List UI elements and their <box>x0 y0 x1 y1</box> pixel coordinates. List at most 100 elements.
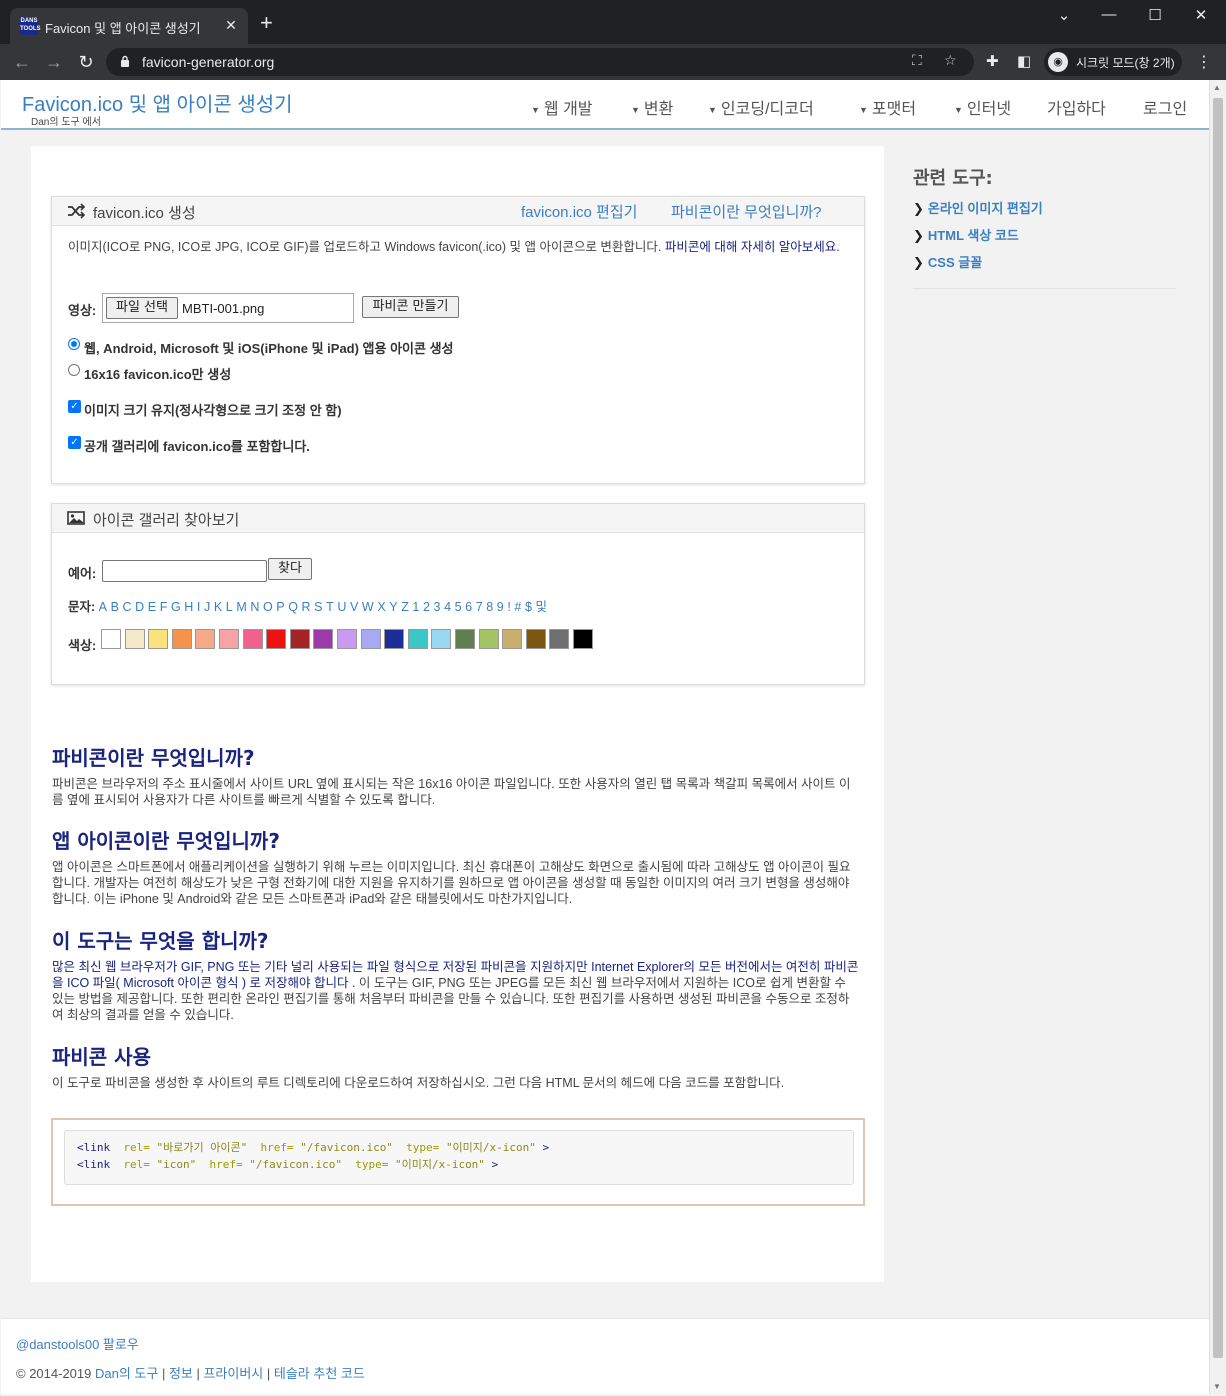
letter-link[interactable]: X <box>377 600 385 614</box>
color-swatch[interactable] <box>478 629 499 649</box>
letter-link[interactable]: O <box>263 600 273 614</box>
letter-link[interactable]: 및 <box>536 600 548 614</box>
letter-link[interactable]: J <box>204 600 210 614</box>
sidebar-item-image-editor[interactable]: ❯ 온라인 이미지 편집기 <box>913 198 1176 217</box>
learn-more-link[interactable]: 파비콘에 대해 자세히 알아보세요. <box>665 240 840 254</box>
scroll-up-icon[interactable]: ▲ <box>1213 83 1221 92</box>
what-is-favicon-link[interactable]: 파비콘이란 무엇입니까? <box>671 201 822 222</box>
footer-tesla-link[interactable]: 테슬라 추천 코드 <box>274 1366 365 1381</box>
letter-link[interactable]: ! <box>507 600 510 614</box>
letter-link[interactable]: 8 <box>486 600 493 614</box>
keep-size-label[interactable]: 이미지 크기 유지(정사각형으로 크기 조정 안 함) <box>84 400 342 419</box>
sidebar-item-html-colors[interactable]: ❯ HTML 색상 코드 <box>913 225 1176 244</box>
bookmark-star-icon[interactable]: ☆ <box>944 52 957 69</box>
choose-file-button[interactable]: 파일 선택 <box>106 297 178 319</box>
color-swatch[interactable] <box>337 629 357 649</box>
option-all-icons-radio[interactable] <box>68 338 80 350</box>
letter-link[interactable]: D <box>135 600 144 614</box>
nav-encode-decode[interactable]: ▼ 인코딩/디코더 <box>708 95 814 119</box>
color-swatch[interactable] <box>431 629 452 649</box>
footer-privacy-link[interactable]: 프라이버시 <box>203 1366 263 1381</box>
letter-link[interactable]: H <box>184 600 193 614</box>
favicon-editor-link[interactable]: favicon.ico 편집기 <box>521 201 637 222</box>
color-swatch[interactable] <box>266 629 287 649</box>
letter-link[interactable]: U <box>337 600 346 614</box>
follow-link[interactable]: @danstools00 팔로우 <box>16 1334 139 1353</box>
letter-link[interactable]: 4 <box>444 600 451 614</box>
code-sample[interactable]: <link rel= "바로가기 아이콘" href= "/favicon.ic… <box>64 1130 854 1185</box>
browser-tab[interactable]: DANS TOOLS Favicon 및 앱 아이콘 생성기 ✕ <box>10 8 248 44</box>
color-swatch[interactable] <box>101 629 121 649</box>
letter-link[interactable]: 5 <box>455 600 462 614</box>
letter-link[interactable]: 1 <box>412 600 419 614</box>
footer-dans-tools-link[interactable]: Dan의 도구 <box>95 1366 158 1381</box>
letter-link[interactable]: 6 <box>465 600 472 614</box>
color-swatch[interactable] <box>313 629 334 649</box>
color-swatch[interactable] <box>407 629 428 649</box>
letter-link[interactable]: E <box>148 600 156 614</box>
file-input[interactable]: 파일 선택 MBTI-001.png <box>102 293 354 323</box>
letter-link[interactable]: P <box>276 600 284 614</box>
letter-link[interactable]: 9 <box>497 600 504 614</box>
reload-icon[interactable]: ↻ <box>74 50 98 74</box>
maximize-icon[interactable]: ☐ <box>1140 6 1170 24</box>
letter-link[interactable]: S <box>314 600 322 614</box>
new-tab-icon[interactable]: + <box>260 12 273 34</box>
extensions-icon[interactable]: ✚ <box>986 52 999 70</box>
color-swatch[interactable] <box>455 629 475 649</box>
tab-close-icon[interactable]: ✕ <box>222 16 240 34</box>
color-swatch[interactable] <box>525 629 546 649</box>
letter-link[interactable]: F <box>160 600 168 614</box>
color-swatch[interactable] <box>360 629 381 649</box>
letter-link[interactable]: K <box>214 600 222 614</box>
letter-link[interactable]: V <box>350 600 358 614</box>
letter-link[interactable]: B <box>111 600 119 614</box>
letter-link[interactable]: 7 <box>476 600 483 614</box>
nav-convert[interactable]: ▼ 변환 <box>631 95 673 119</box>
letter-link[interactable]: M <box>236 600 246 614</box>
nav-login[interactable]: 로그인 <box>1143 95 1187 119</box>
color-swatch[interactable] <box>148 629 169 649</box>
letter-link[interactable]: C <box>123 600 132 614</box>
letter-link[interactable]: Y <box>389 600 397 614</box>
nav-web-dev[interactable]: ▼ 웹 개발 <box>531 95 593 119</box>
letter-link[interactable]: Q <box>288 600 298 614</box>
find-button[interactable]: 찾다 <box>268 558 312 580</box>
forward-icon[interactable]: → <box>42 50 66 74</box>
option-16-only-radio[interactable] <box>68 364 80 376</box>
public-gallery-checkbox[interactable]: ✓ <box>68 436 81 449</box>
nav-internet[interactable]: ▼ 인터넷 <box>954 95 1011 119</box>
keep-size-checkbox[interactable]: ✓ <box>68 400 81 413</box>
letter-link[interactable]: # <box>514 600 521 614</box>
letter-link[interactable]: 2 <box>423 600 430 614</box>
tab-search-icon[interactable]: ⌄ <box>1049 6 1079 24</box>
side-panel-icon[interactable]: ◧ <box>1017 52 1031 70</box>
color-swatch[interactable] <box>549 629 570 649</box>
incognito-profile-button[interactable]: ◉ 시크릿 모드(창 2개) <box>1044 48 1182 76</box>
footer-about-link[interactable]: 정보 <box>169 1366 193 1381</box>
public-gallery-label[interactable]: 공개 갤러리에 favicon.ico를 포함합니다. <box>84 436 310 455</box>
letter-link[interactable]: T <box>326 600 334 614</box>
window-close-icon[interactable]: ✕ <box>1186 6 1216 24</box>
translate-icon[interactable]: ⛶ <box>912 52 922 69</box>
gallery-search-input[interactable] <box>102 560 267 582</box>
letter-link[interactable]: G <box>171 600 181 614</box>
color-swatch[interactable] <box>573 629 593 649</box>
scrollbar-thumb[interactable] <box>1213 98 1223 1358</box>
letter-link[interactable]: L <box>226 600 233 614</box>
color-swatch[interactable] <box>384 629 405 649</box>
make-favicon-button[interactable]: 파비콘 만들기 <box>362 296 459 318</box>
browser-menu-icon[interactable]: ⋮ <box>1196 52 1212 72</box>
letter-link[interactable]: N <box>250 600 259 614</box>
letter-link[interactable]: 3 <box>434 600 441 614</box>
color-swatch[interactable] <box>289 629 310 649</box>
minimize-icon[interactable]: — <box>1094 6 1124 23</box>
letter-link[interactable]: $ <box>525 600 532 614</box>
color-swatch[interactable] <box>502 629 523 649</box>
letter-link[interactable]: Z <box>401 600 409 614</box>
letter-link[interactable]: I <box>197 600 200 614</box>
color-swatch[interactable] <box>171 629 192 649</box>
scroll-down-icon[interactable]: ▼ <box>1213 1382 1221 1391</box>
sidebar-item-css-fonts[interactable]: ❯ CSS 글꼴 <box>913 252 1176 271</box>
color-swatch[interactable] <box>195 629 216 649</box>
